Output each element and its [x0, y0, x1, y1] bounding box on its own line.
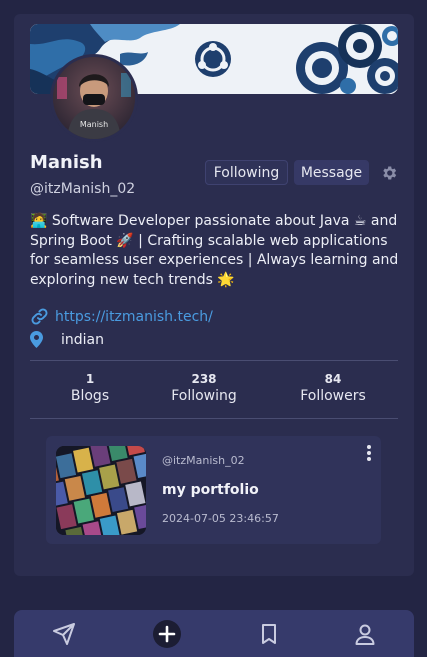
avatar-shirt-text: Manish [80, 120, 108, 129]
post-author: @itzManish_02 [162, 454, 245, 467]
bottom-nav [14, 610, 414, 657]
stat-followers[interactable]: 84 Followers [293, 372, 373, 404]
user-icon[interactable] [353, 622, 377, 646]
message-button[interactable]: Message [294, 160, 369, 185]
bookmark-icon[interactable] [257, 622, 281, 646]
stat-following[interactable]: 238 Following [164, 372, 244, 404]
profile-bio: 🧑‍💻 Software Developer passionate about … [30, 213, 399, 288]
stat-value: 84 [324, 372, 342, 386]
link-icon [31, 308, 48, 325]
divider [30, 418, 398, 419]
plus-icon[interactable] [153, 620, 181, 648]
stat-label: Blogs [70, 388, 110, 404]
website-link[interactable]: https://itzmanish.tech/ [55, 309, 213, 325]
post-title[interactable]: my portfolio [162, 482, 259, 498]
map-pin-icon [30, 331, 43, 348]
following-button[interactable]: Following [205, 160, 288, 185]
stat-value: 1 [85, 372, 95, 386]
profile-handle: @itzManish_02 [30, 181, 136, 197]
profile-name: Manish [30, 152, 103, 173]
divider [30, 360, 398, 361]
post-date: 2024-07-05 23:46:57 [162, 512, 279, 525]
kebab-menu-icon[interactable] [364, 444, 374, 462]
avatar[interactable]: Manish [50, 54, 138, 142]
stat-label: Followers [300, 388, 366, 404]
send-icon[interactable] [52, 622, 76, 646]
stat-value: 238 [191, 372, 217, 386]
gear-icon[interactable] [380, 164, 398, 182]
location-text: indian [61, 331, 104, 348]
location-row: indian [30, 331, 104, 348]
website-row[interactable]: https://itzmanish.tech/ [30, 307, 213, 326]
blog-post-card[interactable]: @itzManish_02 my portfolio 2024-07-05 23… [46, 436, 381, 544]
stat-label: Following [171, 388, 237, 404]
post-thumbnail[interactable] [56, 446, 146, 535]
stat-blogs[interactable]: 1 Blogs [60, 372, 120, 404]
